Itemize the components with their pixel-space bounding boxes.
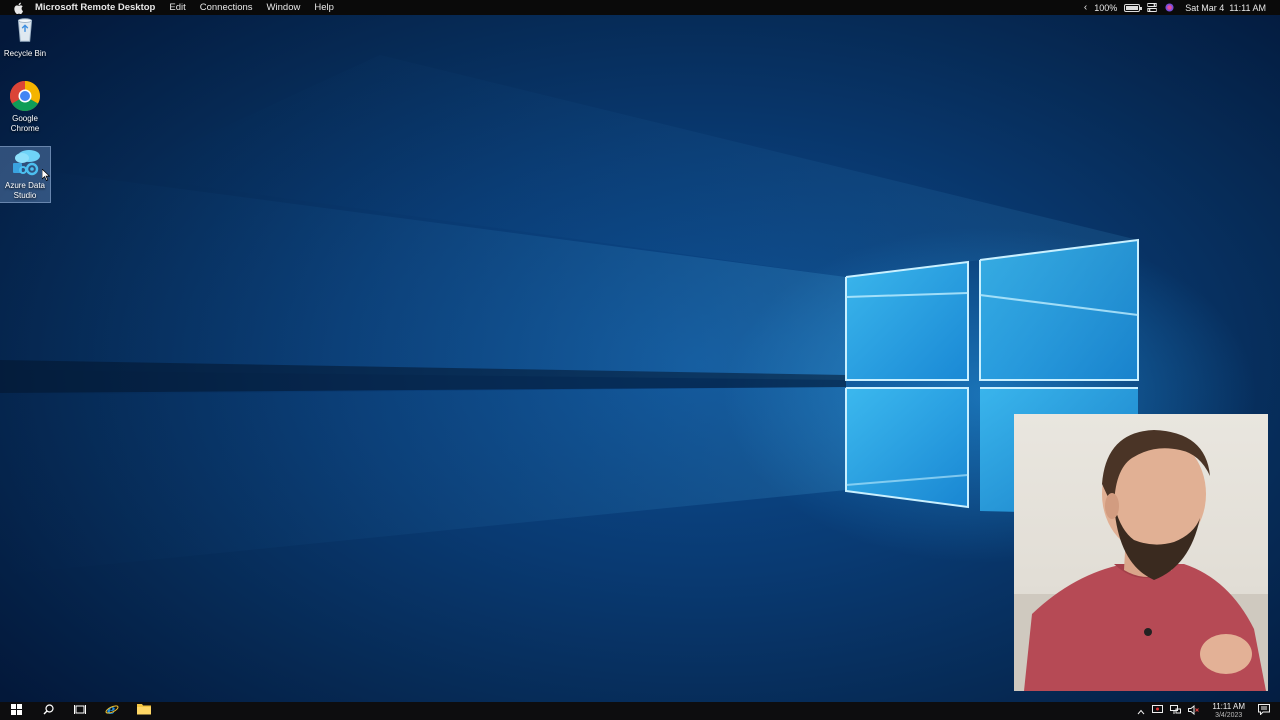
chrome-icon — [9, 80, 41, 112]
taskbar-date: 3/4/2023 — [1215, 712, 1243, 719]
battery-percent: 100% — [1094, 2, 1118, 13]
system-tray: 11:11 AM 3/4/2023 — [1137, 702, 1280, 720]
menu-connections[interactable]: Connections — [193, 0, 260, 15]
control-center-icon[interactable] — [1147, 3, 1158, 13]
siri-icon[interactable] — [1164, 3, 1174, 13]
menu-datetime[interactable]: Sat Mar 4 11:11 AM — [1185, 3, 1266, 13]
azure-data-studio-icon — [9, 147, 41, 179]
desktop-icon-recycle-bin[interactable]: Recycle Bin — [0, 15, 50, 59]
task-view-icon — [74, 702, 86, 720]
task-view-button[interactable] — [64, 702, 96, 720]
mouse-cursor-icon — [41, 168, 51, 186]
windows-taskbar: e 11:11 AM 3/4/2023 — [0, 702, 1280, 720]
chevron-up-icon[interactable] — [1137, 702, 1145, 720]
taskbar-time: 11:11 AM — [1212, 702, 1245, 711]
volume-muted-icon[interactable] — [1188, 702, 1200, 720]
desktop-icon-label: Google Chrome — [10, 114, 40, 133]
mac-menu-bar: Microsoft Remote Desktop Edit Connection… — [0, 0, 1280, 15]
battery-icon[interactable] — [1124, 3, 1143, 12]
notifications-icon[interactable] — [1258, 702, 1270, 720]
webcam-overlay — [1014, 414, 1268, 691]
remote-desktop-tray-icon[interactable] — [1152, 702, 1164, 720]
start-icon — [10, 702, 22, 720]
menu-help[interactable]: Help — [307, 0, 341, 15]
svg-text:e: e — [107, 703, 115, 716]
presenter-video-icon — [1014, 430, 1268, 691]
internet-explorer-icon: e — [105, 702, 119, 720]
network-icon[interactable] — [1170, 702, 1182, 720]
recycle-bin-icon — [9, 15, 41, 47]
menu-app-name[interactable]: Microsoft Remote Desktop — [35, 0, 162, 15]
taskbar-clock[interactable]: 11:11 AM 3/4/2023 — [1212, 702, 1245, 720]
desktop-icon-google-chrome[interactable]: Google Chrome — [0, 80, 50, 136]
start-button[interactable] — [0, 702, 32, 720]
search-icon — [43, 702, 54, 720]
internet-explorer-button[interactable]: e — [96, 702, 128, 720]
apple-icon[interactable] — [12, 1, 25, 14]
desktop-icon-label: Recycle Bin — [3, 49, 47, 58]
chevron-left-icon[interactable]: ‹ — [1084, 2, 1087, 13]
file-explorer-button[interactable] — [128, 702, 160, 720]
menu-window[interactable]: Window — [260, 0, 308, 15]
search-button[interactable] — [32, 702, 64, 720]
file-explorer-icon — [137, 702, 151, 720]
menu-edit[interactable]: Edit — [162, 0, 192, 15]
